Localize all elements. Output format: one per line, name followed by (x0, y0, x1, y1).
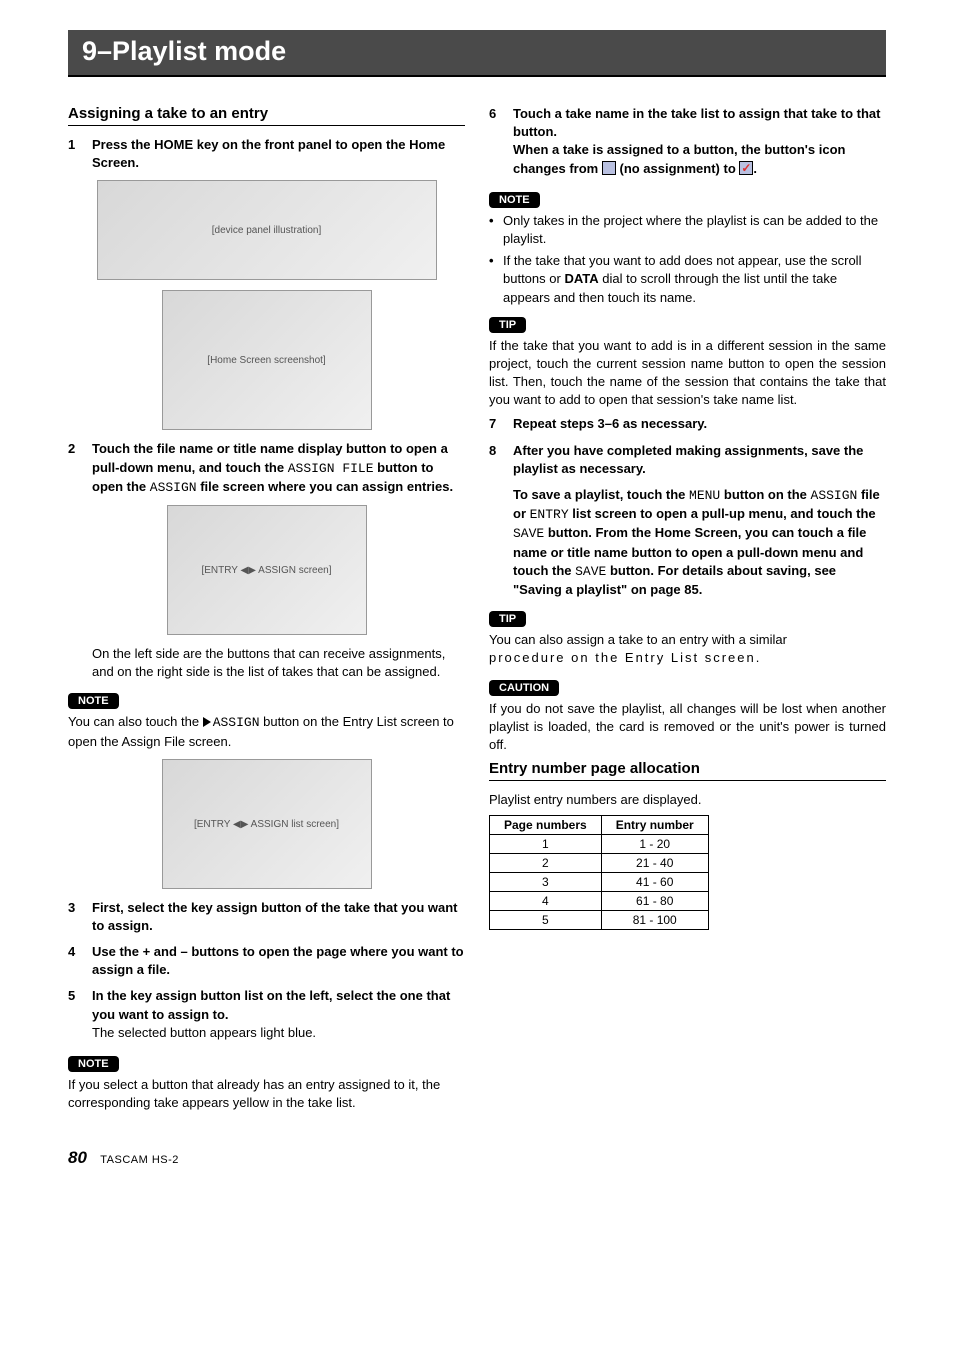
step-body: In the key assign button list on the lef… (92, 987, 465, 1042)
step-number: 4 (68, 943, 92, 979)
step-number: 7 (489, 415, 513, 433)
step-body: After you have completed making assignme… (513, 442, 886, 478)
note-label: NOTE (68, 693, 119, 709)
save-paragraph: To save a playlist, touch the MENU butto… (513, 486, 886, 599)
table-cell: 41 - 60 (601, 873, 708, 892)
table-cell: 3 (490, 873, 602, 892)
note-body: You can also touch the ASSIGN button on … (68, 713, 465, 750)
table-header: Page numbers (490, 816, 602, 835)
play-icon (203, 717, 211, 727)
step-number: 3 (68, 899, 92, 935)
note-label: NOTE (489, 192, 540, 208)
step-body: Repeat steps 3–6 as necessary. (513, 415, 886, 433)
step-body: Touch a take name in the take list to as… (513, 105, 886, 178)
screenshot-home: [Home Screen screenshot] (162, 290, 372, 430)
table-header: Entry number (601, 816, 708, 835)
step-body: First, select the key assign button of t… (92, 899, 465, 935)
caution-label: CAUTION (489, 680, 559, 696)
page-footer: 80 TASCAM HS-2 (68, 1148, 886, 1168)
step-body: Press the HOME key on the front panel to… (92, 136, 465, 172)
table-cell: 1 - 20 (601, 835, 708, 854)
table-cell: 21 - 40 (601, 854, 708, 873)
bullet: • (489, 252, 503, 307)
screenshot-entry: [ENTRY ◀▶ ASSIGN list screen] (162, 759, 372, 889)
page-number: 80 (68, 1148, 87, 1167)
step-number: 8 (489, 442, 513, 478)
paragraph: On the left side are the buttons that ca… (92, 645, 465, 681)
step-number: 1 (68, 136, 92, 172)
left-column: Assigning a take to an entry 1 Press the… (68, 105, 465, 1118)
section-entry-alloc: Entry number page allocation (489, 760, 886, 781)
bullet-text: If the take that you want to add does no… (503, 252, 886, 307)
screenshot-device: [device panel illustration] (97, 180, 437, 280)
screenshot-assign: [ENTRY ◀▶ ASSIGN screen] (167, 505, 367, 635)
note-label: NOTE (68, 1056, 119, 1072)
right-column: 6 Touch a take name in the take list to … (489, 105, 886, 1118)
table-cell: 4 (490, 892, 602, 911)
tip-body: If the take that you want to add is in a… (489, 337, 886, 410)
step-number: 6 (489, 105, 513, 178)
assigned-icon (739, 161, 753, 175)
step-body: Use the + and – buttons to open the page… (92, 943, 465, 979)
allocation-table: Page numbers Entry number 11 - 20 221 - … (489, 815, 709, 930)
step-number: 5 (68, 987, 92, 1042)
no-assignment-icon (602, 161, 616, 175)
table-cell: 2 (490, 854, 602, 873)
paragraph: Playlist entry numbers are displayed. (489, 791, 886, 809)
section-assigning: Assigning a take to an entry (68, 105, 465, 126)
table-cell: 61 - 80 (601, 892, 708, 911)
step-body: Touch the file name or title name displa… (92, 440, 465, 497)
note-body: If you select a button that already has … (68, 1076, 465, 1112)
step-number: 2 (68, 440, 92, 497)
tip-label: TIP (489, 317, 526, 333)
table-cell: 5 (490, 911, 602, 930)
bullet: • (489, 212, 503, 248)
table-cell: 1 (490, 835, 602, 854)
tip-label: TIP (489, 611, 526, 627)
bullet-text: Only takes in the project where the play… (503, 212, 886, 248)
tip-body: You can also assign a take to an entry w… (489, 631, 886, 667)
product-name: TASCAM HS-2 (100, 1154, 179, 1166)
chapter-header: 9–Playlist mode (68, 30, 886, 77)
caution-body: If you do not save the playlist, all cha… (489, 700, 886, 755)
table-cell: 81 - 100 (601, 911, 708, 930)
